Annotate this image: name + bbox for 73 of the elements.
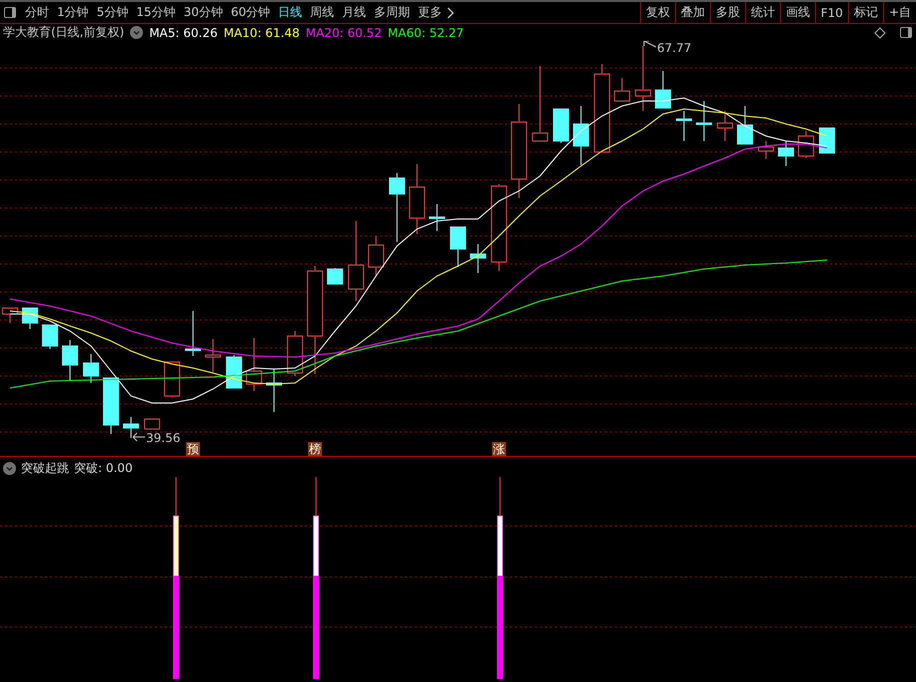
leader-line [132, 432, 146, 442]
toolbar-button[interactable]: 画线 [780, 2, 815, 24]
panel-toggle-icon[interactable] [4, 7, 16, 18]
price-label: 39.56 [146, 431, 180, 445]
indicator-value: MA20: 60.52 [306, 26, 382, 40]
candlestick [737, 106, 753, 144]
candlestick [144, 418, 160, 430]
toolbar-button[interactable]: F10 [814, 2, 848, 24]
candlestick [123, 416, 139, 438]
panel-toggle-icon[interactable] [900, 27, 912, 38]
period-tab[interactable]: 多周期 [370, 4, 414, 21]
price-label: 67.77 [657, 41, 692, 55]
candlestick [696, 100, 712, 142]
candlestick [103, 378, 119, 434]
indicator-value: MA5: 60.26 [149, 26, 218, 40]
candlestick [205, 338, 221, 372]
candlestick [573, 106, 589, 166]
period-tab[interactable]: 30分钟 [180, 4, 227, 21]
dropdown-icon[interactable] [130, 26, 144, 39]
period-tab[interactable]: 5分钟 [92, 4, 132, 21]
indicator-reading: 突破: 0.00 [74, 460, 133, 476]
leader-line [644, 41, 656, 48]
candlestick [327, 268, 343, 284]
candlestick [409, 164, 425, 234]
chevron-right-icon[interactable] [447, 6, 456, 18]
candlestick [676, 110, 692, 142]
candlestick [83, 354, 99, 384]
candlestick [798, 130, 814, 158]
candlestick [614, 78, 630, 102]
candlestick [429, 204, 445, 232]
candlestick [22, 308, 38, 330]
candlestick [635, 46, 651, 112]
candlestick [62, 340, 78, 380]
signal-marker: 榜 [308, 442, 322, 456]
period-tab[interactable]: 月线 [338, 4, 370, 21]
toolbar-button[interactable]: 统计 [744, 2, 780, 24]
candlestick [226, 354, 242, 388]
candlestick [287, 330, 303, 376]
candlestick [185, 310, 201, 356]
period-tab[interactable]: 分时 [21, 4, 53, 21]
toolbar-button[interactable]: 多股 [710, 2, 745, 24]
toolbar-button[interactable]: 复权 [640, 2, 675, 24]
chart-title: 学大教育(日线,前复权) [3, 24, 124, 41]
candlestick [553, 108, 569, 144]
candlestick [450, 226, 466, 268]
period-tab[interactable]: 日线 [274, 4, 306, 21]
signal-marker: 预 [186, 442, 200, 456]
indicator-title: 突破起跳 [21, 460, 69, 476]
toolbar-button[interactable]: +自 [882, 2, 916, 24]
signal-marker: 涨 [492, 442, 506, 456]
candlestick [758, 140, 774, 160]
candlestick [470, 244, 486, 274]
candlestick [246, 338, 262, 392]
candlestick [778, 140, 794, 166]
candlestick [368, 236, 384, 276]
toolbar-button[interactable]: 叠加 [674, 2, 710, 24]
candlestick [717, 110, 733, 142]
candlestick [42, 324, 58, 350]
candlestick [266, 368, 282, 412]
dropdown-icon[interactable] [3, 462, 16, 474]
period-tab[interactable]: 周线 [306, 4, 338, 21]
toolbar-button[interactable]: 标记 [848, 2, 883, 24]
candlestick [389, 172, 405, 242]
indicator-value: MA60: 52.27 [388, 26, 464, 40]
period-tab[interactable]: 1分钟 [53, 4, 93, 21]
candlestick [164, 362, 180, 398]
period-tab[interactable]: 更多 [414, 4, 446, 21]
period-tab[interactable]: 60分钟 [226, 4, 274, 21]
candlestick [819, 128, 835, 154]
candlestick [655, 70, 671, 108]
indicator-value: MA10: 61.48 [224, 26, 300, 40]
diamond-icon[interactable] [874, 26, 886, 38]
period-tab[interactable]: 15分钟 [132, 4, 180, 21]
